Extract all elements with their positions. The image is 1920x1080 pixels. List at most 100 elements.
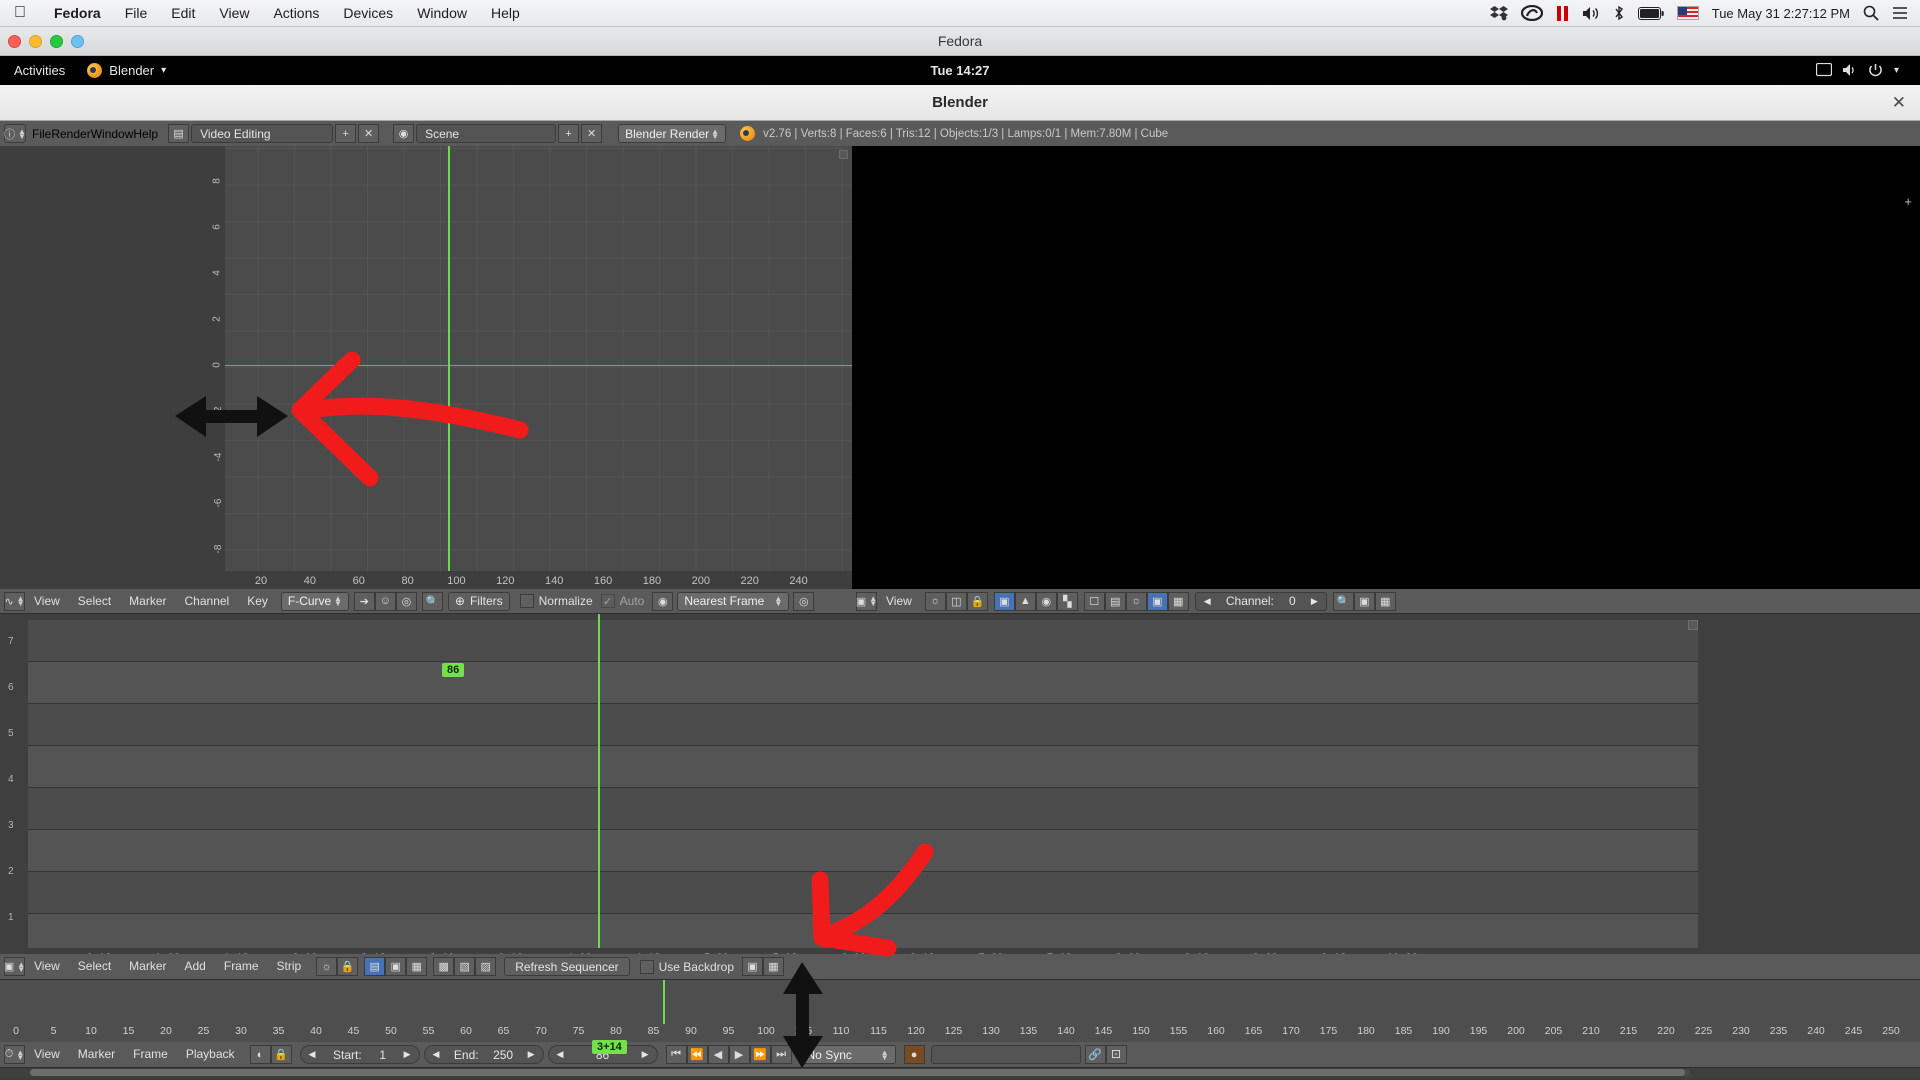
record-icon[interactable]: ●	[903, 1045, 925, 1064]
caret-down-icon[interactable]: ▾	[1894, 63, 1910, 79]
start-frame-field[interactable]: ◀ Start: 1 ▶	[299, 1045, 420, 1064]
menu-add[interactable]: Add	[176, 954, 215, 979]
screen-layout-icon[interactable]: ▤	[168, 124, 190, 143]
menu-select[interactable]: Select	[69, 954, 120, 979]
safe-areas-icon[interactable]: ☐	[1083, 591, 1105, 611]
menu-view[interactable]: View	[25, 589, 69, 614]
menu-view[interactable]: View	[25, 954, 69, 979]
render-icon[interactable]: ▦	[1374, 591, 1396, 611]
menubar-clock[interactable]: Tue May 31 2:27:12 PM	[1712, 6, 1850, 21]
sequencer-channel-rows[interactable]	[28, 620, 1698, 956]
display-mode-histogram[interactable]: ▚	[1056, 591, 1078, 611]
menu-marker[interactable]: Marker	[69, 1042, 124, 1067]
auto-checkbox[interactable]: ✓	[600, 594, 615, 608]
search-icon[interactable]	[1863, 4, 1879, 22]
scene-field[interactable]: Scene	[416, 124, 557, 143]
sequencer-icon[interactable]: ▣ ▲ ▼	[856, 591, 877, 611]
menu-select[interactable]: Select	[69, 589, 120, 614]
view-type-3-icon[interactable]: ▦	[406, 957, 428, 976]
graph-editor-canvas[interactable]	[225, 146, 852, 571]
screen-icon[interactable]	[1815, 62, 1833, 79]
menu-strip[interactable]: Strip	[268, 954, 311, 979]
menubar-item-edit[interactable]: Edit	[159, 5, 207, 21]
delete-screen-layout-button[interactable]: ✕	[358, 124, 380, 143]
add-screen-layout-button[interactable]: +	[335, 124, 357, 143]
lock-icon[interactable]: 🔒	[337, 957, 359, 976]
dropbox-icon[interactable]	[1489, 4, 1508, 22]
menubar-item-actions[interactable]: Actions	[261, 5, 331, 21]
menubar-item-fedora[interactable]: Fedora	[42, 5, 113, 21]
power-icon[interactable]	[1868, 63, 1884, 79]
menu-view[interactable]: View	[25, 1042, 69, 1067]
filters-button[interactable]: ⊕ Filters	[447, 591, 510, 611]
lock-icon[interactable]: 🔒	[966, 591, 988, 611]
sync-mode-select[interactable]: No Sync ▲ ▼	[799, 1045, 896, 1064]
menu-channel[interactable]: Channel	[176, 589, 239, 614]
unlink-icon[interactable]: ⚀	[1105, 1045, 1127, 1064]
volume-icon[interactable]	[1582, 4, 1600, 22]
menu-frame[interactable]: Frame	[215, 954, 268, 979]
sequencer-row[interactable]	[28, 872, 1698, 914]
menubar-item-help[interactable]: Help	[479, 5, 532, 21]
timeline-editor-icon[interactable]: ⏱ ▲ ▼	[4, 1045, 25, 1064]
proportional-edit-icon[interactable]: ◉	[652, 591, 674, 611]
video-preview-region[interactable]: +	[852, 146, 1920, 601]
timeline-frame-strip[interactable]: 0 5 10 15 20 25 30 35 40 45 50 55 60 65 70 75 80 85 90 95 10…	[0, 980, 1920, 1042]
search-icon[interactable]: 🔍	[421, 591, 443, 611]
delete-scene-button[interactable]: ✕	[581, 124, 603, 143]
battery-icon[interactable]	[1637, 4, 1664, 22]
menubar-item-window[interactable]: Window	[405, 5, 479, 21]
pivot-icon[interactable]: ◎	[793, 591, 815, 611]
sequencer-playhead[interactable]	[598, 614, 600, 948]
add-scene-button[interactable]: +	[558, 124, 580, 143]
refresh-sequencer-button[interactable]: Refresh Sequencer	[504, 957, 630, 976]
scene-icon[interactable]: ◉	[393, 124, 415, 143]
jump-to-end-button[interactable]: ⏭	[770, 1045, 792, 1064]
preview-icon[interactable]: ☼	[924, 591, 946, 611]
gpu-icon[interactable]: ▦	[1167, 591, 1189, 611]
graph-playhead[interactable]	[448, 146, 450, 571]
menu-playback[interactable]: Playback	[177, 1042, 244, 1067]
lock-icon[interactable]: 🔒	[270, 1045, 292, 1064]
play-reverse-button[interactable]: ◀	[707, 1045, 729, 1064]
sequencer-row[interactable]	[28, 788, 1698, 830]
link-icon[interactable]: 🔗	[1084, 1045, 1106, 1064]
menu-render[interactable]: Render	[51, 127, 90, 141]
snapshot-icon[interactable]: ▣	[1353, 591, 1375, 611]
creative-cloud-icon[interactable]	[1520, 4, 1543, 22]
sequencer-row[interactable]	[28, 620, 1698, 662]
display-mode-chroma-vectorscope[interactable]: ◉	[1035, 591, 1057, 611]
graph-corner-widget[interactable]	[839, 150, 848, 159]
menubar-item-devices[interactable]: Devices	[331, 5, 405, 21]
menu-view[interactable]: View	[877, 589, 921, 614]
menu-help[interactable]: Help	[133, 127, 158, 141]
cursor-icon[interactable]: ➔	[353, 591, 375, 611]
image-icon[interactable]: ◫	[945, 591, 967, 611]
sequencer-row[interactable]	[28, 830, 1698, 872]
menu-marker[interactable]: Marker	[120, 589, 175, 614]
control-center-icon[interactable]	[1892, 4, 1908, 22]
zoom-icon[interactable]: 🔍	[1332, 591, 1354, 611]
sequencer-row[interactable]	[28, 746, 1698, 788]
menubar-item-view[interactable]: View	[207, 5, 261, 21]
menu-window[interactable]: Window	[91, 127, 134, 141]
overlay-icon[interactable]: ▦	[763, 957, 784, 976]
view-type-6-icon[interactable]: ▨	[475, 957, 497, 976]
channel-field[interactable]: ◀ Channel: 0 ▶	[1194, 591, 1327, 611]
sequencer-editor-icon[interactable]: ▣ ▲ ▼	[4, 957, 25, 976]
timeline-playhead[interactable]	[663, 980, 665, 1024]
gnome-clock[interactable]: Tue 14:27	[0, 63, 1920, 78]
metadata-icon[interactable]: ▤	[1104, 591, 1126, 611]
display-mode-luma-waveform[interactable]: ▲	[1014, 591, 1036, 611]
normalize-checkbox[interactable]	[519, 594, 534, 608]
menu-file[interactable]: File	[32, 127, 51, 141]
flag-icon[interactable]	[1676, 6, 1699, 20]
volume-icon[interactable]	[1842, 63, 1858, 79]
use-backdrop-checkbox[interactable]	[639, 959, 654, 974]
play-button[interactable]: ▶	[728, 1045, 750, 1064]
render-engine-select[interactable]: Blender Render ▲ ▼	[618, 124, 727, 143]
graph-editor-icon[interactable]: ∿ ▲ ▼	[4, 591, 25, 611]
preview-add-icon[interactable]: +	[1904, 194, 1912, 209]
ghost-icon[interactable]: ☺	[374, 591, 396, 611]
fcurve-mode-select[interactable]: F-Curve ▲ ▼	[280, 591, 349, 611]
